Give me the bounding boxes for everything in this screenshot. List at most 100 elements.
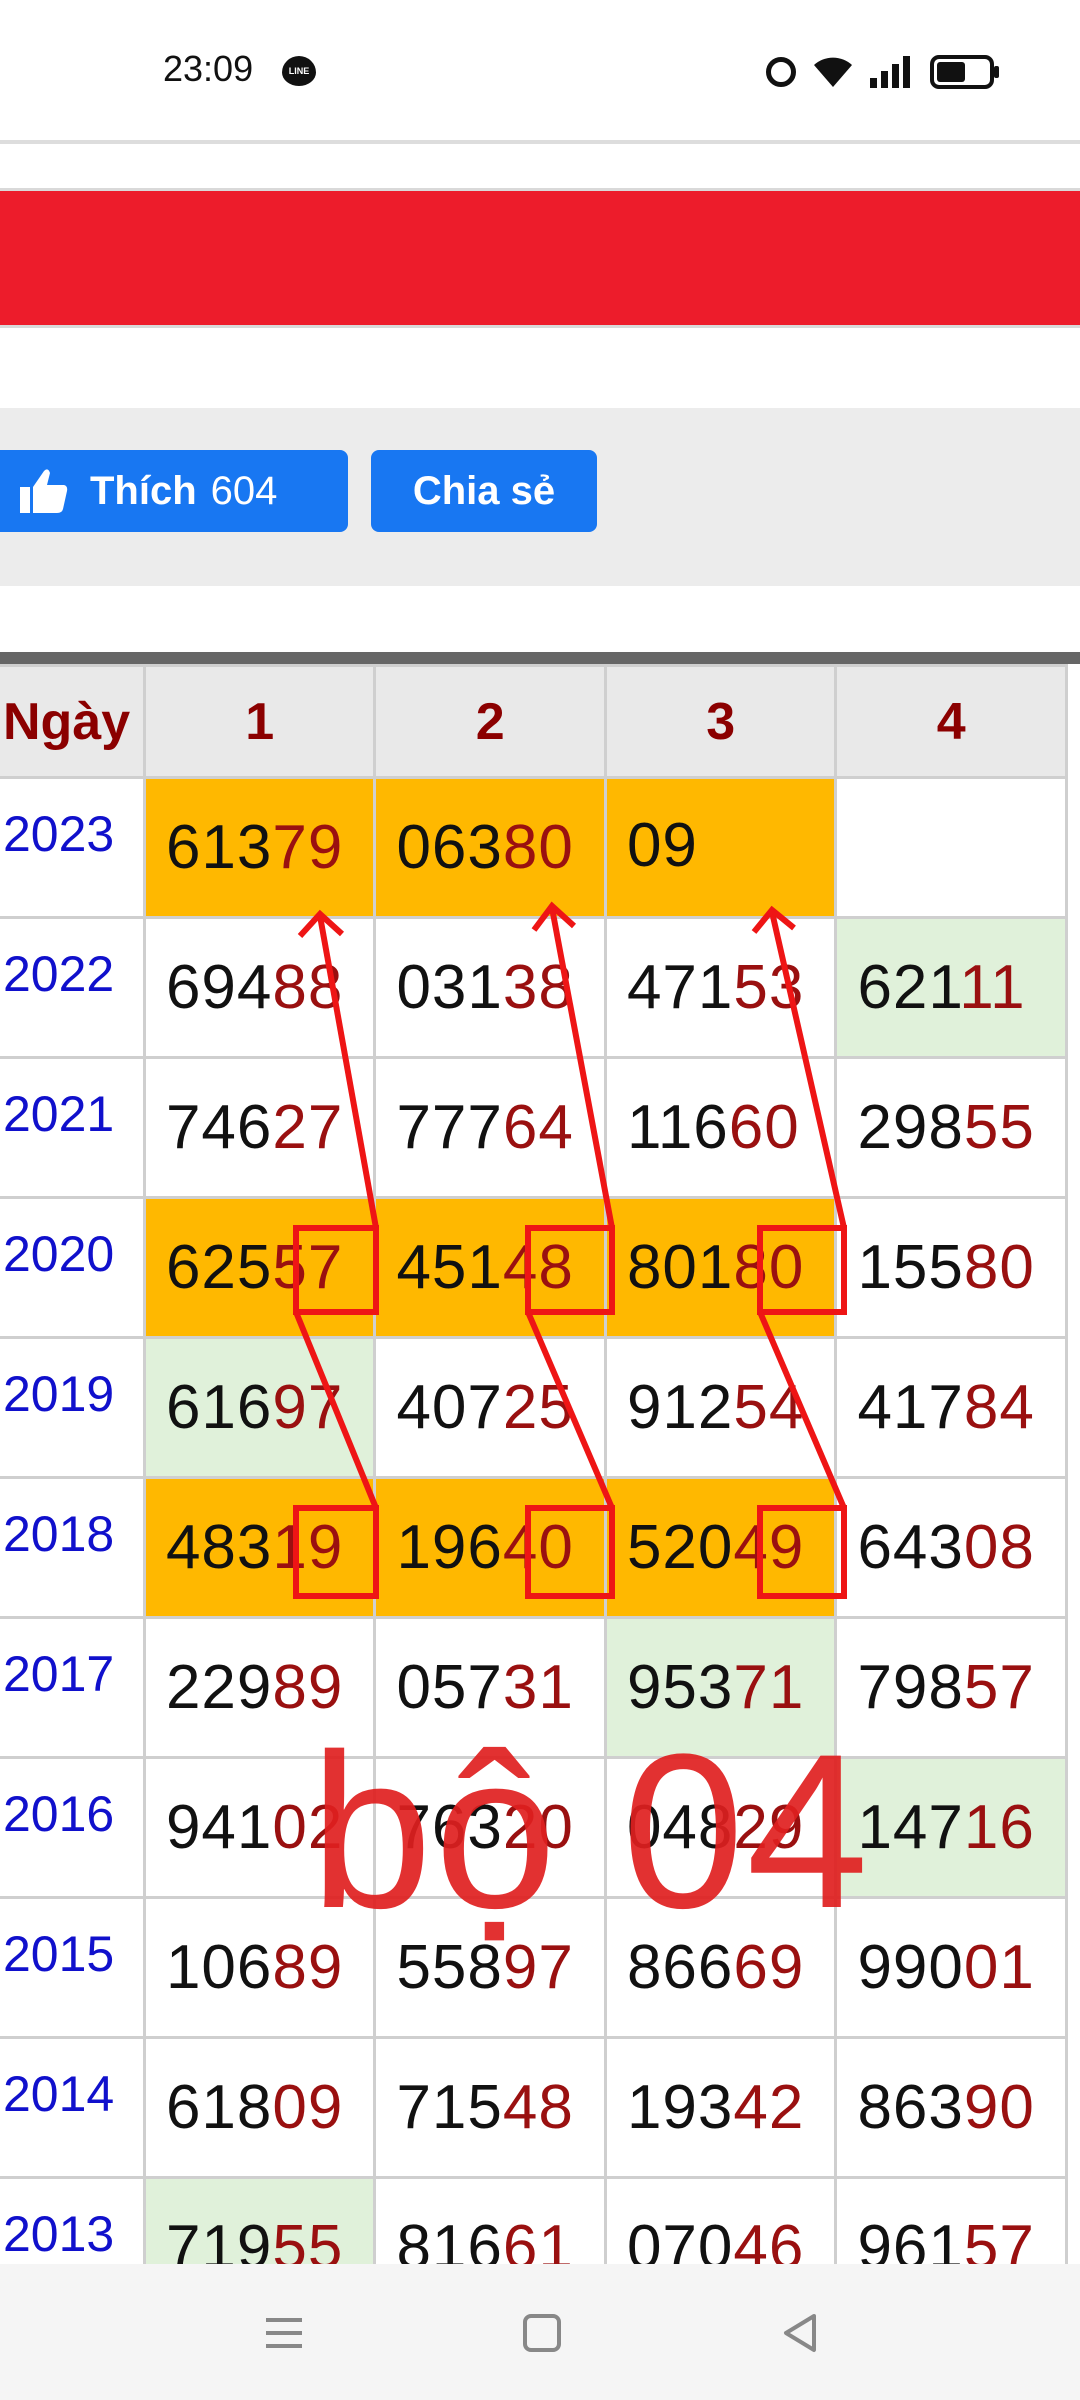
result-cell: 61809 (142, 2036, 377, 2179)
number-head: 618 (165, 2073, 273, 2142)
alarm-icon (766, 57, 796, 87)
number-head: 694 (165, 953, 273, 1022)
number-head: 621 (857, 953, 960, 1022)
result-cell: 48319 (142, 1476, 377, 1619)
row-year: 2020 (0, 1196, 146, 1339)
table-row: 2020 62557 45148 80180 15580 (0, 1196, 1068, 1339)
result-cell: 19342 (603, 2036, 838, 2179)
result-cell: 62111 (834, 916, 1068, 1059)
table-row: 2013 71955 81661 07046 96157 (0, 2176, 1068, 2264)
result-cell: 40725 (373, 1336, 607, 1479)
number-head: 298 (857, 1093, 964, 1162)
number-tail: 60 (728, 1093, 800, 1162)
result-cell: 77764 (373, 1056, 607, 1199)
number-tail: 49 (733, 1513, 805, 1582)
result-cell: 62557 (142, 1196, 377, 1339)
number-head: 990 (857, 1933, 964, 2002)
row-year: 2021 (0, 1056, 146, 1199)
result-cell: 61379 (142, 776, 377, 919)
number-head: 451 (396, 1233, 503, 1302)
number-tail: 53 (733, 953, 805, 1022)
result-cell: 45148 (373, 1196, 607, 1339)
result-cell: 86390 (834, 2036, 1068, 2179)
table-row: 2019 61697 40725 91254 41784 (0, 1336, 1068, 1479)
number-head: 719 (165, 2213, 273, 2264)
result-cell: 80180 (603, 1196, 838, 1339)
row-year: 2014 (0, 2036, 146, 2179)
row-year: 2013 (0, 2176, 146, 2264)
like-count: 604 (210, 468, 278, 513)
row-year: 2019 (0, 1336, 146, 1479)
row-year: 2015 (0, 1896, 146, 2039)
like-label: Thích (90, 468, 197, 513)
home-icon[interactable] (512, 2308, 572, 2358)
number-tail: 01 (963, 1933, 1035, 2002)
results-table-area[interactable]: Ngày 1 2 3 4 2023 61379 06380 09 2022 69488 03… (0, 652, 1080, 2264)
row-year: 2022 (0, 916, 146, 1059)
result-cell: 91254 (603, 1336, 838, 1479)
number-head: 031 (396, 953, 503, 1022)
table-header-row: Ngày 1 2 3 4 (0, 664, 1068, 779)
number-head: 070 (626, 2213, 734, 2264)
header-col-1: 1 (142, 664, 377, 779)
battery-icon (930, 55, 1000, 89)
number-tail: 25 (502, 1373, 574, 1442)
result-cell: 64308 (834, 1476, 1068, 1619)
number-tail: 80 (963, 1233, 1035, 1302)
number-tail: 42 (733, 2073, 805, 2142)
number-tail: 48 (502, 1233, 574, 1302)
result-cell: 52049 (603, 1476, 838, 1619)
number-tail: 55 (963, 1093, 1035, 1162)
row-year: 2018 (0, 1476, 146, 1619)
back-icon[interactable] (770, 2308, 830, 2358)
top-divider (0, 140, 1080, 144)
table-row: 2023 61379 06380 09 (0, 776, 1068, 919)
number-head: 520 (626, 1513, 734, 1582)
number-tail: 09 (272, 2073, 344, 2142)
header-col-2: 2 (373, 664, 607, 779)
result-cell: 19640 (373, 1476, 607, 1619)
number-head: 116 (626, 1093, 729, 1162)
number-head: 417 (857, 1373, 964, 1442)
menu-icon[interactable] (254, 2308, 314, 2358)
number-tail: 79 (272, 813, 344, 882)
result-cell: 29855 (834, 1056, 1068, 1199)
result-cell: 61697 (142, 1336, 377, 1479)
number-head: 912 (626, 1373, 734, 1442)
header-ngay: Ngày (0, 664, 146, 779)
number-tail: 11 (959, 953, 1026, 1022)
result-cell: 71548 (373, 2036, 607, 2179)
annotation-label: bộ 04 (310, 1708, 871, 1954)
number-head: 196 (396, 1513, 503, 1582)
number-tail: 80 (733, 1233, 805, 1302)
number-tail: 90 (963, 2073, 1035, 2142)
number-head: 746 (165, 1093, 273, 1162)
number-head: 193 (626, 2073, 734, 2142)
result-cell: 15580 (834, 1196, 1068, 1339)
result-cell: 74627 (142, 1056, 377, 1199)
row-year: 2017 (0, 1616, 146, 1759)
result-cell: 06380 (373, 776, 607, 919)
row-year: 2016 (0, 1756, 146, 1899)
number-head: 483 (165, 1513, 273, 1582)
number-tail: 55 (272, 2213, 344, 2264)
number-tail: 27 (272, 1093, 344, 1162)
table-row: 2014 61809 71548 19342 86390 (0, 2036, 1068, 2179)
share-bar: Thích 604 Chia sẻ (0, 408, 1080, 586)
share-button[interactable]: Chia sẻ (371, 450, 597, 532)
number-head: 715 (396, 2073, 503, 2142)
result-cell: 71955 (142, 2176, 377, 2264)
like-button[interactable]: Thích 604 (0, 450, 348, 532)
number-tail: 88 (272, 953, 344, 1022)
wifi-icon (812, 55, 854, 89)
number-head: 106 (165, 1933, 273, 2002)
number-tail: 54 (733, 1373, 805, 1442)
number-head: 613 (165, 813, 273, 882)
number-tail: 80 (502, 813, 574, 882)
number-head: 063 (396, 813, 503, 882)
number-tail: 48 (502, 2073, 574, 2142)
table-row: 2022 69488 03138 47153 62111 (0, 916, 1068, 1059)
result-cell (834, 776, 1068, 919)
number-head: 407 (396, 1373, 503, 1442)
result-cell: 41784 (834, 1336, 1068, 1479)
